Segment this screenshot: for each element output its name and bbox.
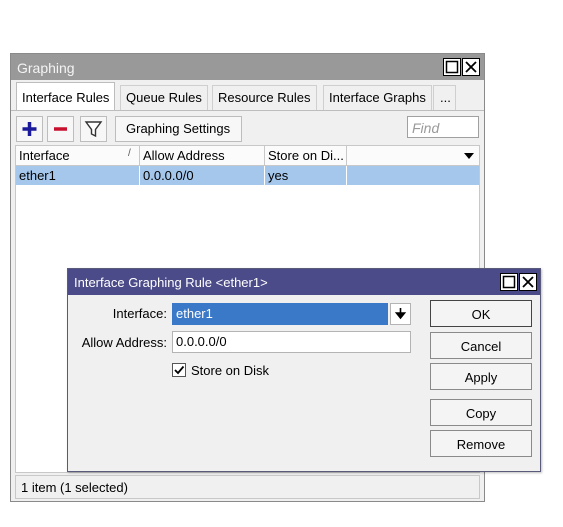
tab-resource-rules[interactable]: Resource Rules [212, 85, 317, 111]
find-input[interactable]: Find [407, 116, 479, 138]
graphing-settings-button[interactable]: Graphing Settings [115, 116, 242, 142]
apply-button[interactable]: Apply [430, 363, 532, 390]
status-bar: 1 item (1 selected) [15, 475, 480, 499]
close-icon[interactable] [462, 58, 480, 76]
chevron-down-icon [464, 153, 474, 159]
maximize-icon[interactable] [443, 58, 461, 76]
column-interface-label: Interface [19, 148, 70, 163]
column-store-on-disk[interactable]: Store on Di... [265, 146, 347, 166]
sort-indicator-icon: / [128, 148, 131, 159]
interface-select[interactable]: ether1 [172, 303, 388, 325]
cell-interface: ether1 [16, 166, 140, 185]
ok-button[interactable]: OK [430, 300, 532, 327]
dialog-titlebar[interactable]: Interface Graphing Rule <ether1> [68, 269, 540, 295]
filter-button[interactable] [80, 116, 107, 142]
store-on-disk-label: Store on Disk [191, 363, 270, 378]
cancel-button[interactable]: Cancel [430, 332, 532, 359]
tab-interface-graphs[interactable]: Interface Graphs [323, 85, 432, 111]
column-interface[interactable]: Interface / [16, 146, 140, 166]
checkmark-icon [174, 365, 185, 375]
remove-button[interactable] [47, 116, 74, 142]
arrow-down-icon [394, 308, 407, 320]
plus-icon [22, 122, 37, 136]
filter-icon [84, 121, 103, 138]
close-icon[interactable] [519, 273, 537, 291]
interface-graphing-rule-dialog: Interface Graphing Rule <ether1> Interfa… [67, 268, 541, 472]
column-allow-address[interactable]: Allow Address [140, 146, 265, 166]
tab-queue-rules[interactable]: Queue Rules [120, 85, 208, 111]
cell-allow-address: 0.0.0.0/0 [140, 166, 265, 185]
tab-more[interactable]: ... [433, 85, 456, 111]
allow-address-input[interactable]: 0.0.0.0/0 [172, 331, 411, 353]
allow-address-label: Allow Address: [81, 335, 167, 350]
minus-icon [54, 127, 67, 131]
add-button[interactable] [16, 116, 43, 142]
interface-label: Interface: [112, 306, 167, 321]
tab-interface-rules[interactable]: Interface Rules [16, 82, 116, 111]
column-menu-dropdown[interactable] [460, 147, 478, 165]
cell-store-on-disk: yes [265, 166, 347, 185]
dialog-title: Interface Graphing Rule <ether1> [74, 275, 268, 290]
copy-button[interactable]: Copy [430, 399, 532, 426]
window-titlebar[interactable]: Graphing [11, 54, 484, 80]
interface-dropdown-button[interactable] [390, 303, 411, 325]
tab-divider [11, 110, 484, 111]
store-on-disk-checkbox[interactable] [172, 363, 186, 377]
maximize-icon[interactable] [500, 273, 518, 291]
window-title: Graphing [17, 60, 75, 76]
remove-button[interactable]: Remove [430, 430, 532, 457]
